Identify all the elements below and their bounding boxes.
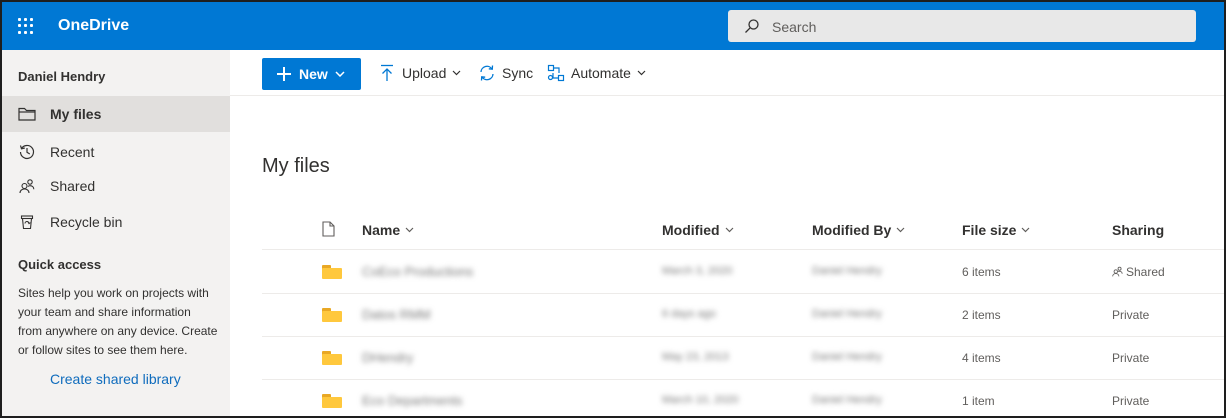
nav-item-recent[interactable]: Recent: [2, 134, 230, 170]
chevron-down-icon: [1022, 227, 1030, 233]
sync-label: Sync: [502, 65, 534, 81]
sync-icon: [478, 64, 496, 82]
file-size: 6 items: [962, 265, 1001, 279]
column-label: Modified: [662, 222, 720, 238]
sharing-status[interactable]: Private: [1112, 351, 1149, 365]
recycle-bin-icon: [18, 213, 36, 231]
onedrive-window: OneDrive Search Daniel Hendry My files R…: [2, 2, 1224, 416]
create-shared-library-link[interactable]: Create shared library: [50, 371, 181, 387]
upload-icon: [378, 64, 396, 82]
modified-by: Daniel Hendry: [812, 308, 882, 320]
table-row[interactable]: CoEco Productions March 3, 2020 Daniel H…: [262, 251, 1224, 294]
modified-by: Daniel Hendry: [812, 265, 882, 277]
nav-item-recycle-bin[interactable]: Recycle bin: [2, 204, 230, 240]
sharing-status[interactable]: Shared: [1112, 265, 1165, 279]
user-name: Daniel Hendry: [18, 69, 106, 84]
app-launcher-icon[interactable]: [16, 16, 36, 36]
people-icon: [18, 177, 36, 195]
modified-by: Daniel Hendry: [812, 351, 882, 363]
search-box[interactable]: Search: [728, 10, 1196, 42]
document-icon: [322, 221, 335, 237]
left-navigation: Daniel Hendry My files Recent Shared Rec…: [2, 50, 230, 416]
nav-label: Shared: [50, 178, 96, 194]
chevron-down-icon: [335, 71, 345, 77]
search-icon: [745, 19, 759, 33]
nav-label: My files: [50, 106, 102, 122]
table-row[interactable]: Datos RMM 6 days ago Daniel Hendry 2 ite…: [262, 294, 1224, 337]
file-size: 2 items: [962, 308, 1001, 322]
sharing-status[interactable]: Private: [1112, 308, 1149, 322]
sharing-label: Shared: [1126, 265, 1165, 279]
file-size: 4 items: [962, 351, 1001, 365]
modified-date: May 23, 2013: [662, 351, 729, 363]
nav-item-my-files[interactable]: My files: [2, 96, 230, 132]
table-row[interactable]: DHendry May 23, 2013 Daniel Hendry 4 ite…: [262, 337, 1224, 380]
sharing-column-header[interactable]: Sharing: [1112, 222, 1164, 238]
file-name[interactable]: DHendry: [362, 350, 413, 365]
file-size: 1 item: [962, 394, 995, 408]
new-button[interactable]: New: [262, 58, 361, 90]
name-column-header[interactable]: Name: [362, 222, 414, 238]
modified-date: March 10, 2020: [662, 394, 739, 406]
chevron-down-icon: [896, 227, 905, 233]
file-name[interactable]: Datos RMM: [362, 307, 431, 322]
file-size-column-header[interactable]: File size: [962, 222, 1030, 238]
table-row[interactable]: Eco Departments March 10, 2020 Daniel He…: [262, 380, 1224, 416]
file-name[interactable]: Eco Departments: [362, 393, 462, 408]
file-list-header: Name Modified Modified By File size Shar…: [262, 212, 1224, 250]
folder-icon: [322, 351, 342, 365]
nav-label: Recent: [50, 144, 95, 160]
quick-access-heading: Quick access: [18, 257, 102, 272]
chevron-down-icon: [405, 227, 414, 233]
people-icon: [1112, 266, 1123, 277]
sync-button[interactable]: Sync: [478, 63, 533, 83]
modified-date: 6 days ago: [662, 308, 716, 320]
column-label: Name: [362, 222, 401, 238]
app-title[interactable]: OneDrive: [58, 17, 129, 35]
new-button-label: New: [299, 66, 328, 82]
chevron-down-icon: [452, 70, 461, 76]
top-bar: OneDrive Search: [2, 2, 1224, 50]
folder-icon: [322, 394, 342, 408]
modified-by: Daniel Hendry: [812, 394, 882, 406]
plus-icon: [277, 67, 291, 81]
chevron-down-icon: [725, 227, 733, 233]
nav-label: Recycle bin: [50, 214, 123, 230]
modified-by-column-header[interactable]: Modified By: [812, 222, 905, 238]
column-label: Sharing: [1112, 222, 1165, 238]
page-title: My files: [262, 155, 330, 177]
upload-button[interactable]: Upload: [378, 63, 461, 83]
automate-button[interactable]: Automate: [547, 63, 646, 83]
search-placeholder[interactable]: Search: [772, 19, 816, 35]
upload-label: Upload: [402, 65, 447, 81]
file-name[interactable]: CoEco Productions: [362, 264, 473, 279]
folder-icon: [322, 265, 342, 279]
folder-icon: [322, 308, 342, 322]
command-bar: New Upload Sync Automate: [230, 50, 1224, 96]
column-label: Modified By: [812, 222, 892, 238]
sharing-status[interactable]: Private: [1112, 394, 1149, 408]
chevron-down-icon: [637, 70, 646, 76]
folder-outline-icon: [18, 105, 36, 123]
column-label: File size: [962, 222, 1017, 238]
quick-access-description: Sites help you work on projects with you…: [18, 286, 218, 357]
file-type-column-header[interactable]: [322, 221, 335, 237]
nav-item-shared[interactable]: Shared: [2, 168, 230, 204]
automate-label: Automate: [571, 65, 631, 81]
automate-icon: [547, 64, 565, 82]
modified-column-header[interactable]: Modified: [662, 222, 734, 238]
history-icon: [18, 143, 36, 161]
modified-date: March 3, 2020: [662, 265, 733, 277]
